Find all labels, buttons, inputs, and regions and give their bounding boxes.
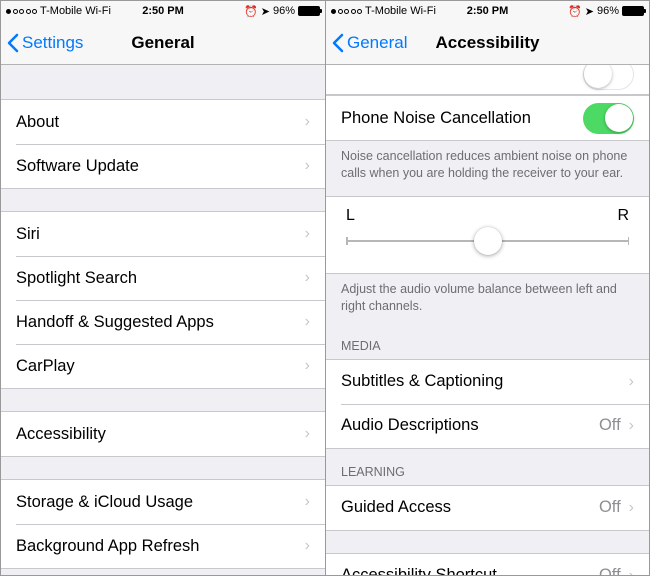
battery-icon bbox=[622, 6, 644, 16]
chevron-right-icon: › bbox=[629, 417, 634, 435]
balance-slider[interactable] bbox=[346, 227, 629, 255]
row-label: CarPlay bbox=[16, 357, 305, 376]
row-accessibility-shortcut[interactable]: Accessibility ShortcutOff › bbox=[326, 554, 649, 576]
chevron-right-icon: › bbox=[305, 269, 310, 287]
row-label: Accessibility Shortcut bbox=[341, 566, 599, 575]
row-label: Siri bbox=[16, 225, 305, 244]
phone-left: T-Mobile Wi-Fi 2:50 PM ⏰ ➤ 96% Settings … bbox=[1, 1, 325, 575]
page-title: General bbox=[1, 33, 325, 53]
row-label: About bbox=[16, 113, 305, 132]
row-spotlight-search[interactable]: Spotlight Search› bbox=[1, 256, 325, 300]
row-subtitles[interactable]: Subtitles & Captioning› bbox=[326, 360, 649, 404]
row-label: Storage & iCloud Usage bbox=[16, 493, 305, 512]
chevron-right-icon: › bbox=[305, 493, 310, 511]
chevron-right-icon: › bbox=[305, 225, 310, 243]
clock-label: 2:50 PM bbox=[1, 5, 325, 17]
section-header-media: MEDIA bbox=[326, 323, 649, 359]
clock-label: 2:50 PM bbox=[326, 5, 649, 17]
row-handoff[interactable]: Handoff & Suggested Apps› bbox=[1, 300, 325, 344]
row-label bbox=[341, 71, 346, 90]
chevron-right-icon: › bbox=[305, 537, 310, 555]
toggle-noise-cancellation[interactable] bbox=[583, 103, 634, 134]
balance-slider-row: L R bbox=[326, 196, 649, 274]
phone-right: T-Mobile Wi-Fi 2:50 PM ⏰ ➤ 96% General A… bbox=[325, 1, 649, 575]
group-about: About› Software Update› bbox=[1, 99, 325, 189]
footer-text: Noise cancellation reduces ambient noise… bbox=[326, 141, 649, 190]
group-storage: Storage & iCloud Usage› Background App R… bbox=[1, 479, 325, 569]
row-about[interactable]: About› bbox=[1, 100, 325, 144]
group-siri: Siri› Spotlight Search› Handoff & Sugges… bbox=[1, 211, 325, 389]
scroll-content[interactable]: Phone Noise Cancellation Noise cancellat… bbox=[326, 65, 649, 575]
chevron-right-icon: › bbox=[305, 113, 310, 131]
row-detail: Off bbox=[599, 416, 621, 435]
row-label: Spotlight Search bbox=[16, 269, 305, 288]
chevron-right-icon: › bbox=[305, 357, 310, 375]
chevron-right-icon: › bbox=[629, 499, 634, 517]
row-software-update[interactable]: Software Update› bbox=[1, 144, 325, 188]
row-detail: Off bbox=[599, 566, 621, 575]
nav-bar: General Accessibility bbox=[326, 21, 649, 65]
row-storage[interactable]: Storage & iCloud Usage› bbox=[1, 480, 325, 524]
chevron-right-icon: › bbox=[629, 567, 634, 576]
battery-icon bbox=[298, 6, 320, 16]
row-background-refresh[interactable]: Background App Refresh› bbox=[1, 524, 325, 568]
row-guided-access[interactable]: Guided AccessOff › bbox=[326, 486, 649, 530]
row-label: Audio Descriptions bbox=[341, 416, 599, 435]
toggle[interactable] bbox=[583, 65, 634, 90]
row-label: Handoff & Suggested Apps bbox=[16, 313, 305, 332]
row-accessibility[interactable]: Accessibility› bbox=[1, 412, 325, 456]
balance-right-label: R bbox=[617, 207, 629, 225]
nav-bar: Settings General bbox=[1, 21, 325, 65]
row-label: Software Update bbox=[16, 157, 305, 176]
row-label: Phone Noise Cancellation bbox=[341, 109, 583, 128]
status-bar: T-Mobile Wi-Fi 2:50 PM ⏰ ➤ 96% bbox=[326, 1, 649, 21]
chevron-right-icon: › bbox=[305, 157, 310, 175]
chevron-right-icon: › bbox=[305, 313, 310, 331]
section-header-learning: LEARNING bbox=[326, 449, 649, 485]
row-detail: Off bbox=[599, 498, 621, 517]
slider-thumb[interactable] bbox=[474, 227, 502, 255]
row-noise-cancellation[interactable]: Phone Noise Cancellation bbox=[326, 96, 649, 140]
status-bar: T-Mobile Wi-Fi 2:50 PM ⏰ ➤ 96% bbox=[1, 1, 325, 21]
row-audio-descriptions[interactable]: Audio DescriptionsOff › bbox=[326, 404, 649, 448]
row-label: Background App Refresh bbox=[16, 537, 305, 556]
page-title: Accessibility bbox=[326, 33, 649, 53]
chevron-right-icon: › bbox=[629, 373, 634, 391]
group-accessibility: Accessibility› bbox=[1, 411, 325, 457]
scroll-content[interactable]: About› Software Update› Siri› Spotlight … bbox=[1, 65, 325, 575]
balance-left-label: L bbox=[346, 207, 355, 225]
row-label: Accessibility bbox=[16, 425, 305, 444]
row-label: Subtitles & Captioning bbox=[341, 372, 629, 391]
footer-text: Adjust the audio volume balance between … bbox=[326, 274, 649, 323]
row-siri[interactable]: Siri› bbox=[1, 212, 325, 256]
row-partial-top[interactable] bbox=[326, 65, 649, 95]
row-carplay[interactable]: CarPlay› bbox=[1, 344, 325, 388]
row-label: Guided Access bbox=[341, 498, 599, 517]
chevron-right-icon: › bbox=[305, 425, 310, 443]
